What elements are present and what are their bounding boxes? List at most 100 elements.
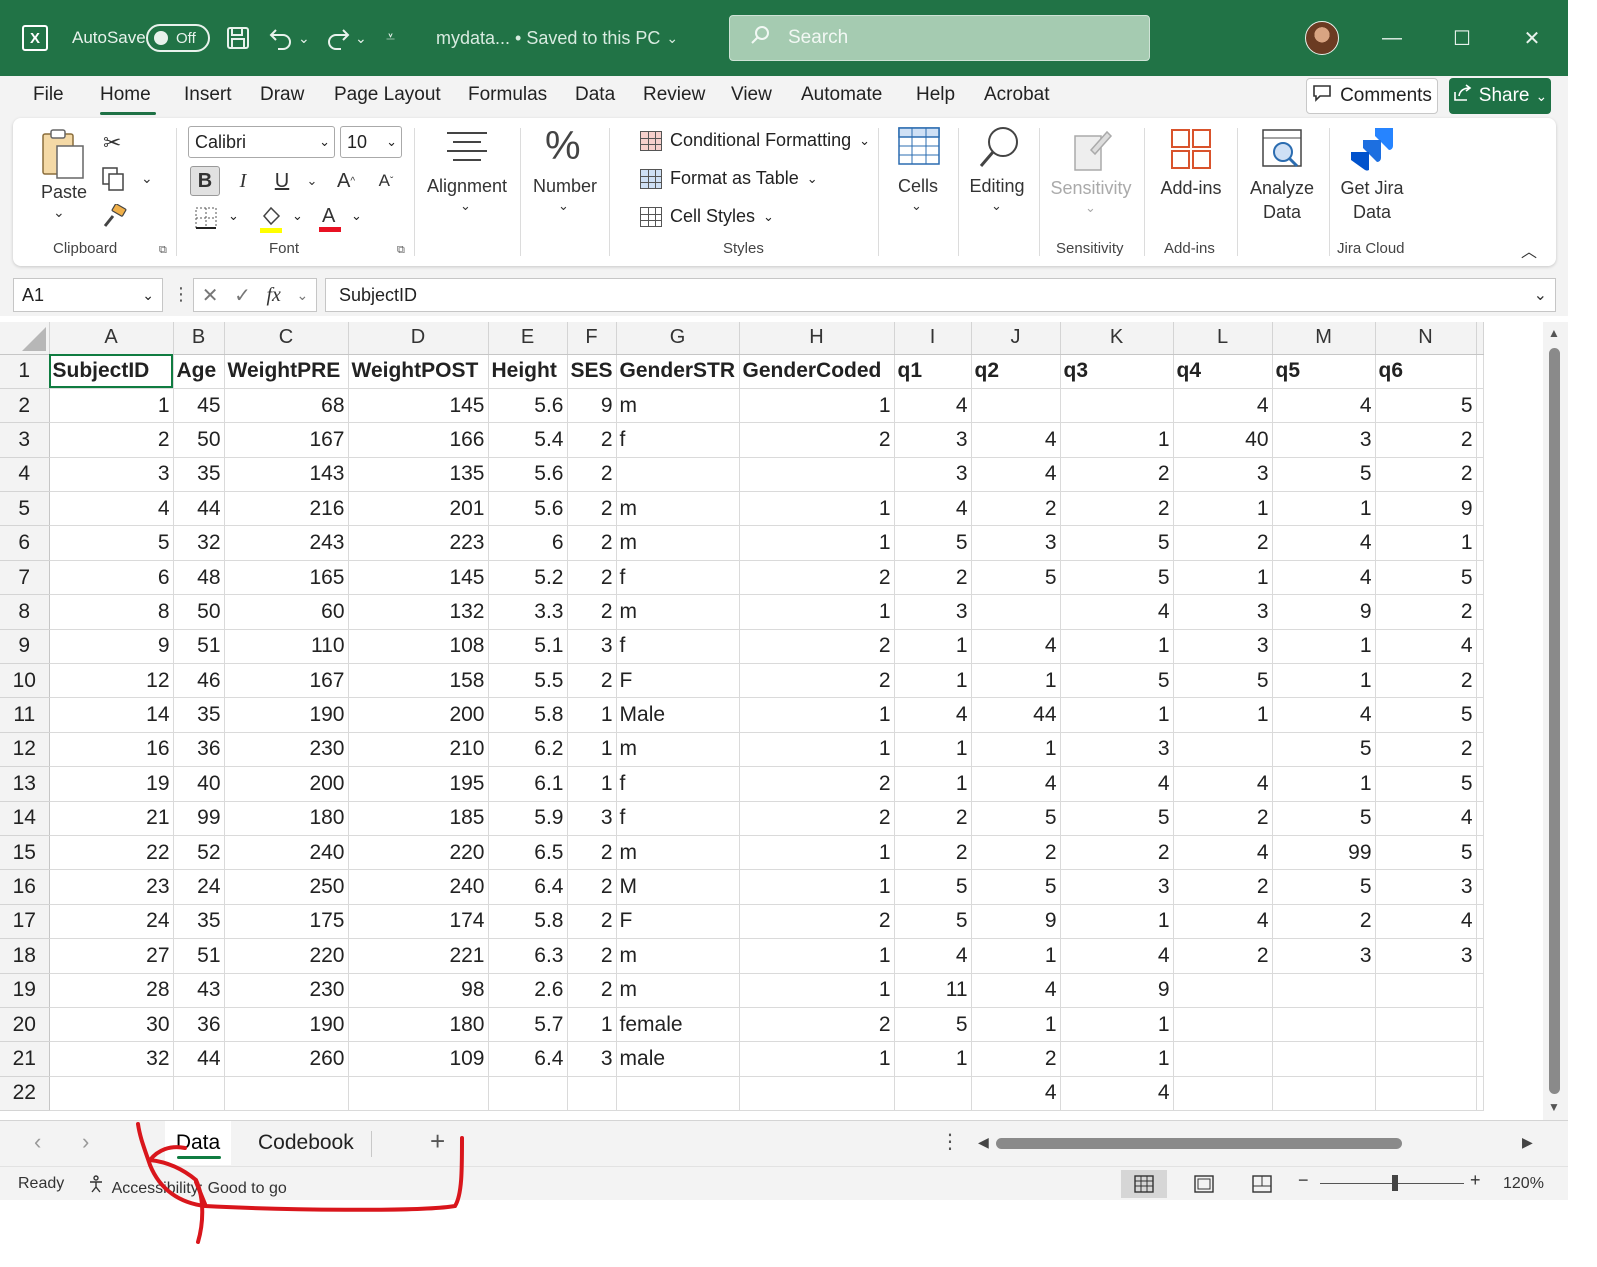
cell-d13[interactable]: 195 <box>348 766 489 802</box>
copy-icon[interactable] <box>101 166 125 197</box>
cell-g8[interactable]: m <box>616 594 740 630</box>
cell-h12[interactable]: 1 <box>739 732 895 768</box>
increase-font-icon[interactable]: A ^ <box>331 166 361 196</box>
cell-i18[interactable]: 4 <box>894 938 972 974</box>
next-sheet-icon[interactable]: › <box>82 1129 89 1155</box>
cell-n13[interactable]: 5 <box>1375 766 1477 802</box>
cell-k16[interactable]: 3 <box>1060 869 1174 905</box>
cell-e4[interactable]: 5.6 <box>488 457 568 493</box>
cell-h8[interactable]: 1 <box>739 594 895 630</box>
cell-c17[interactable]: 175 <box>224 904 349 940</box>
editing-dropdown-icon[interactable]: ⌄ <box>991 198 1002 214</box>
cell-c20[interactable]: 190 <box>224 1007 349 1043</box>
insert-function-icon[interactable]: fx <box>266 284 280 307</box>
tab-view[interactable]: View <box>731 84 772 106</box>
cell-c15[interactable]: 240 <box>224 835 349 871</box>
cell-m5[interactable]: 1 <box>1272 491 1376 527</box>
formula-input[interactable]: SubjectID ⌄ <box>325 278 1556 312</box>
row-header-18[interactable]: 18 <box>0 938 50 974</box>
cell-g16[interactable]: M <box>616 869 740 905</box>
tab-draw[interactable]: Draw <box>260 84 304 106</box>
cell-j5[interactable]: 2 <box>971 491 1061 527</box>
cell-h15[interactable]: 1 <box>739 835 895 871</box>
row-header-21[interactable]: 21 <box>0 1041 50 1077</box>
cell-b4[interactable]: 35 <box>173 457 225 493</box>
cell-l19[interactable] <box>1173 973 1273 1008</box>
cell-i17[interactable]: 5 <box>894 904 972 940</box>
sensitivity-icon[interactable] <box>1073 128 1113 177</box>
sensitivity-dropdown-icon[interactable]: ⌄ <box>1085 200 1096 216</box>
cell-i21[interactable]: 1 <box>894 1041 972 1077</box>
cell-e2[interactable]: 5.6 <box>488 388 568 424</box>
cell-k21[interactable]: 1 <box>1060 1041 1174 1077</box>
cell-f8[interactable]: 2 <box>567 594 617 630</box>
cell-empty[interactable] <box>1476 491 1484 527</box>
cell-empty[interactable] <box>1476 663 1484 699</box>
cell-b8[interactable]: 50 <box>173 594 225 630</box>
cell-a20[interactable]: 30 <box>49 1007 174 1043</box>
cell-d15[interactable]: 220 <box>348 835 489 871</box>
cell-l1[interactable]: q4 <box>1173 354 1273 389</box>
column-header-d[interactable]: D <box>348 322 489 355</box>
cells-icon[interactable] <box>897 126 941 171</box>
cell-a12[interactable]: 16 <box>49 732 174 768</box>
italic-button[interactable]: I <box>228 166 258 196</box>
cell-b10[interactable]: 46 <box>173 663 225 699</box>
cell-h16[interactable]: 1 <box>739 869 895 905</box>
cell-j13[interactable]: 4 <box>971 766 1061 802</box>
cell-a13[interactable]: 19 <box>49 766 174 802</box>
cells-label[interactable]: Cells <box>893 176 943 197</box>
cell-c10[interactable]: 167 <box>224 663 349 699</box>
percent-icon[interactable]: % <box>545 124 581 169</box>
cell-l6[interactable]: 2 <box>1173 525 1273 561</box>
column-header-f[interactable]: F <box>567 322 617 355</box>
cell-i5[interactable]: 4 <box>894 491 972 527</box>
cell-m2[interactable]: 4 <box>1272 388 1376 424</box>
dialog-launcher-icon[interactable]: ⧉ <box>397 244 405 257</box>
add-ins-icon[interactable] <box>1170 128 1212 175</box>
cell-c12[interactable]: 230 <box>224 732 349 768</box>
editing-search-icon[interactable] <box>977 124 1021 175</box>
cell-e5[interactable]: 5.6 <box>488 491 568 527</box>
more-options-icon[interactable]: ⋮ <box>172 284 190 305</box>
cell-empty[interactable] <box>1476 835 1484 871</box>
autosave-toggle[interactable]: Off <box>146 0 210 76</box>
cell-n3[interactable]: 2 <box>1375 422 1477 458</box>
cell-h11[interactable]: 1 <box>739 697 895 733</box>
horizontal-scrollbar[interactable]: ◀ ▶ <box>976 1133 1540 1155</box>
cell-l22[interactable] <box>1173 1076 1273 1112</box>
cell-m7[interactable]: 4 <box>1272 560 1376 596</box>
cell-i12[interactable]: 1 <box>894 732 972 768</box>
tab-help[interactable]: Help <box>916 84 955 106</box>
cell-f16[interactable]: 2 <box>567 869 617 905</box>
cell-e3[interactable]: 5.4 <box>488 422 568 458</box>
cell-f12[interactable]: 1 <box>567 732 617 768</box>
cell-j9[interactable]: 4 <box>971 629 1061 665</box>
add-ins-label[interactable]: Add-ins <box>1157 178 1225 199</box>
paste-label[interactable]: Paste <box>41 182 87 203</box>
cell-m18[interactable]: 3 <box>1272 938 1376 974</box>
cell-c1[interactable]: WeightPRE <box>224 354 349 389</box>
cell-b3[interactable]: 50 <box>173 422 225 458</box>
chevron-down-icon[interactable]: ⌄ <box>296 287 308 304</box>
cell-l18[interactable]: 2 <box>1173 938 1273 974</box>
cell-e20[interactable]: 5.7 <box>488 1007 568 1043</box>
cell-k19[interactable]: 9 <box>1060 973 1174 1008</box>
cell-m16[interactable]: 5 <box>1272 869 1376 905</box>
cells-dropdown-icon[interactable]: ⌄ <box>911 198 922 214</box>
cell-a14[interactable]: 21 <box>49 801 174 836</box>
cell-m21[interactable] <box>1272 1041 1376 1077</box>
cell-g5[interactable]: m <box>616 491 740 527</box>
cell-k5[interactable]: 2 <box>1060 491 1174 527</box>
cell-b16[interactable]: 24 <box>173 869 225 905</box>
cell-a18[interactable]: 27 <box>49 938 174 974</box>
expand-formula-bar-icon[interactable]: ⌄ <box>1534 285 1547 305</box>
cell-empty[interactable] <box>1476 973 1484 1008</box>
cell-k3[interactable]: 1 <box>1060 422 1174 458</box>
column-header-g[interactable]: G <box>616 322 740 355</box>
cell-e19[interactable]: 2.6 <box>488 973 568 1008</box>
cell-j17[interactable]: 9 <box>971 904 1061 940</box>
cell-j15[interactable]: 2 <box>971 835 1061 871</box>
scroll-up-icon[interactable]: ▲ <box>1548 326 1560 340</box>
cell-n1[interactable]: q6 <box>1375 354 1477 389</box>
